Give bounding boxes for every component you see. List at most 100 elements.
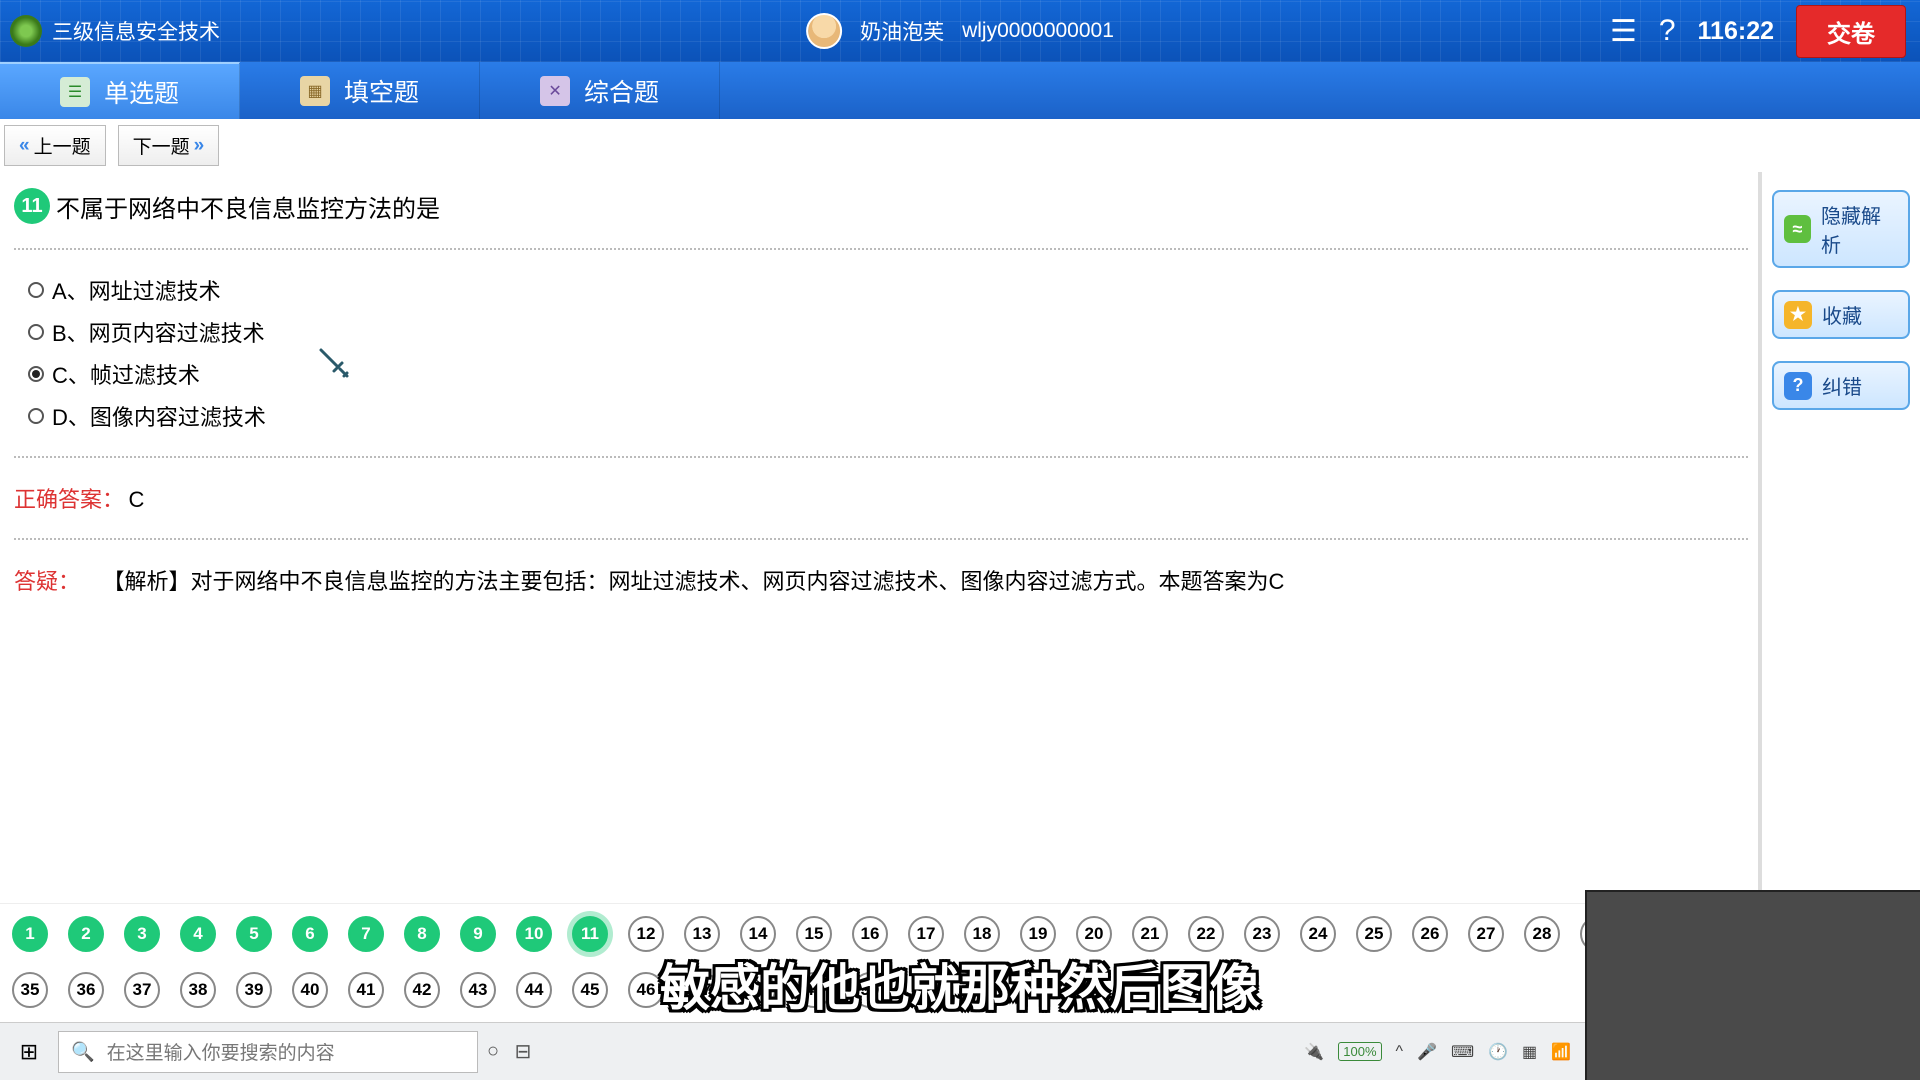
qnav-item-18[interactable]: 18 <box>964 916 1000 952</box>
qnav-item-6[interactable]: 6 <box>292 916 328 952</box>
battery-indicator: 100% <box>1338 1042 1381 1061</box>
comprehensive-icon: ✕ <box>540 76 570 106</box>
qnav-item-28[interactable]: 28 <box>1524 916 1560 952</box>
qnav-item-26[interactable]: 26 <box>1412 916 1448 952</box>
start-button[interactable]: ⊞ <box>0 1023 58 1081</box>
taskbar-search[interactable]: 🔍 在这里输入你要搜索的内容 <box>58 1031 478 1073</box>
star-icon: ★ <box>1784 301 1812 329</box>
report-error-button[interactable]: ? 纠错 <box>1772 361 1910 410</box>
qnav-item-7[interactable]: 7 <box>348 916 384 952</box>
user-id: wljy0000000001 <box>962 19 1114 43</box>
webcam-overlay <box>1585 890 1920 1080</box>
qnav-item-2[interactable]: 2 <box>68 916 104 952</box>
hide-analysis-label: 隐藏解析 <box>1821 200 1898 258</box>
video-subtitle: 敏感的他也就那种然后图像 <box>660 948 1260 1020</box>
option-C[interactable]: C、帧过滤技术 <box>28 358 1748 390</box>
qnav-item-16[interactable]: 16 <box>852 916 888 952</box>
qnav-item-40[interactable]: 40 <box>292 972 328 1008</box>
qnav-item-4[interactable]: 4 <box>180 916 216 952</box>
app-header: 三级信息安全技术 奶油泡芙 wljy0000000001 ☰ ? 116:22 … <box>0 0 1920 62</box>
prev-question-button[interactable]: « 上一题 <box>4 125 106 166</box>
timer: 116:22 <box>1698 17 1774 46</box>
wifi-icon[interactable]: 📶 <box>1551 1042 1571 1062</box>
radio-icon <box>28 408 44 424</box>
qnav-item-13[interactable]: 13 <box>684 916 720 952</box>
clock-icon[interactable]: 🕐 <box>1488 1042 1508 1062</box>
hide-analysis-button[interactable]: ≈ 隐藏解析 <box>1772 190 1910 268</box>
question-pane: 11 不属于网络中不良信息监控方法的是 A、网址过滤技术B、网页内容过滤技术C、… <box>0 172 1758 903</box>
qnav-item-27[interactable]: 27 <box>1468 916 1504 952</box>
next-question-button[interactable]: 下一题 » <box>118 125 220 166</box>
qnav-item-42[interactable]: 42 <box>404 972 440 1008</box>
qnav-item-43[interactable]: 43 <box>460 972 496 1008</box>
qnav-item-3[interactable]: 3 <box>124 916 160 952</box>
option-B[interactable]: B、网页内容过滤技术 <box>28 316 1748 348</box>
option-text: A、网址过滤技术 <box>52 274 221 306</box>
tab-label: 综合题 <box>584 73 659 109</box>
qnav-item-37[interactable]: 37 <box>124 972 160 1008</box>
qnav-item-12[interactable]: 12 <box>628 916 664 952</box>
report-error-label: 纠错 <box>1822 371 1862 400</box>
qnav-item-45[interactable]: 45 <box>572 972 608 1008</box>
tab-label: 填空题 <box>344 73 419 109</box>
user-name: 奶油泡芙 <box>860 16 944 46</box>
explain-label: 答疑： <box>14 569 80 594</box>
qnav-item-5[interactable]: 5 <box>236 916 272 952</box>
radio-icon <box>28 366 44 382</box>
qnav-item-11[interactable]: 11 <box>572 916 608 952</box>
tab-comprehensive[interactable]: ✕ 综合题 <box>480 62 720 119</box>
option-text: B、网页内容过滤技术 <box>52 316 265 348</box>
tab-single-choice[interactable]: ☰ 单选题 <box>0 62 240 119</box>
qnav-item-39[interactable]: 39 <box>236 972 272 1008</box>
qnav-item-22[interactable]: 22 <box>1188 916 1224 952</box>
radio-icon <box>28 324 44 340</box>
qnav-item-46[interactable]: 46 <box>628 972 664 1008</box>
favorite-label: 收藏 <box>1822 300 1862 329</box>
qnav-item-17[interactable]: 17 <box>908 916 944 952</box>
qnav-item-36[interactable]: 36 <box>68 972 104 1008</box>
keyboard-icon[interactable]: ⌨ <box>1451 1042 1474 1062</box>
qnav-item-20[interactable]: 20 <box>1076 916 1112 952</box>
question-mark-icon: ? <box>1784 372 1812 400</box>
analysis-icon: ≈ <box>1784 215 1811 243</box>
qnav-item-38[interactable]: 38 <box>180 972 216 1008</box>
option-D[interactable]: D、图像内容过滤技术 <box>28 400 1748 432</box>
qnav-item-25[interactable]: 25 <box>1356 916 1392 952</box>
tray-chevron-icon[interactable]: ^ <box>1396 1043 1404 1061</box>
qnav-item-35[interactable]: 35 <box>12 972 48 1008</box>
side-panel: ≈ 隐藏解析 ★ 收藏 ? 纠错 <box>1760 172 1920 903</box>
qnav-item-10[interactable]: 10 <box>516 916 552 952</box>
tab-fill-blank[interactable]: ▦ 填空题 <box>240 62 480 119</box>
windows-taskbar: ⊞ 🔍 在这里输入你要搜索的内容 ○ ⊟ 🔌 100% ^ 🎤 ⌨ 🕐 ▦ 📶 <box>0 1022 1585 1080</box>
exam-title: 三级信息安全技术 <box>52 16 220 46</box>
search-icon: 🔍 <box>71 1040 95 1064</box>
option-A[interactable]: A、网址过滤技术 <box>28 274 1748 306</box>
app-icon[interactable]: ▦ <box>1522 1042 1537 1062</box>
qnav-item-23[interactable]: 23 <box>1244 916 1280 952</box>
qnav-item-21[interactable]: 21 <box>1132 916 1168 952</box>
option-text: D、图像内容过滤技术 <box>52 400 266 432</box>
cortana-icon[interactable]: ○ <box>478 1037 508 1067</box>
help-icon[interactable]: ? <box>1659 14 1676 48</box>
qnav-item-41[interactable]: 41 <box>348 972 384 1008</box>
user-block: 奶油泡芙 wljy0000000001 <box>806 13 1114 49</box>
explain-value: 【解析】对于网络中不良信息监控的方法主要包括：网址过滤技术、网页内容过滤技术、图… <box>102 569 1284 594</box>
avatar-icon <box>806 13 842 49</box>
qnav-item-9[interactable]: 9 <box>460 916 496 952</box>
microphone-icon[interactable]: 🎤 <box>1417 1042 1437 1062</box>
single-choice-icon: ☰ <box>60 77 90 107</box>
list-icon[interactable]: ☰ <box>1610 14 1637 49</box>
qnav-item-24[interactable]: 24 <box>1300 916 1336 952</box>
task-view-icon[interactable]: ⊟ <box>508 1037 538 1067</box>
qnav-item-19[interactable]: 19 <box>1020 916 1056 952</box>
qnav-item-15[interactable]: 15 <box>796 916 832 952</box>
qnav-item-14[interactable]: 14 <box>740 916 776 952</box>
search-placeholder: 在这里输入你要搜索的内容 <box>107 1038 335 1065</box>
qnav-item-8[interactable]: 8 <box>404 916 440 952</box>
chevron-right-icon: » <box>194 135 205 157</box>
qnav-item-1[interactable]: 1 <box>12 916 48 952</box>
favorite-button[interactable]: ★ 收藏 <box>1772 290 1910 339</box>
answer-value: C <box>128 487 144 512</box>
qnav-item-44[interactable]: 44 <box>516 972 552 1008</box>
submit-button[interactable]: 交卷 <box>1796 5 1906 58</box>
